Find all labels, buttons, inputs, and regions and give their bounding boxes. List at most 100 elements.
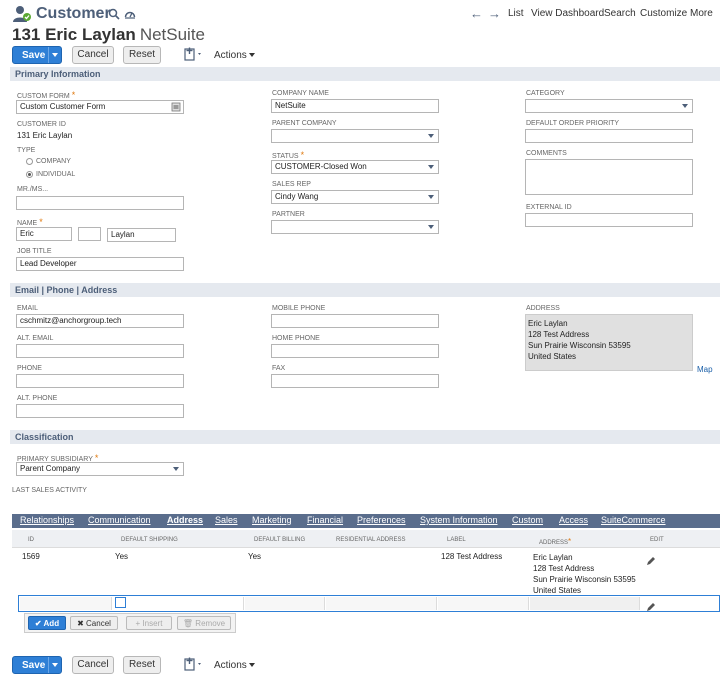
tab-relationships[interactable]: Relationships xyxy=(20,515,74,525)
actions-caret-icon xyxy=(248,663,255,668)
cancel-line-button[interactable]: ✖ Cancel xyxy=(70,616,118,630)
nav-search-link[interactable]: Search xyxy=(604,8,636,19)
forward-arrow-icon[interactable]: → xyxy=(488,6,501,21)
alt-email-input[interactable] xyxy=(16,344,184,358)
new-line-default-billing-cell[interactable] xyxy=(245,597,325,610)
customer-id-value: 131 Eric Laylan xyxy=(17,131,73,140)
primary-subsidiary-select[interactable]: Parent Company xyxy=(16,462,184,476)
home-phone-input[interactable] xyxy=(271,344,439,358)
new-line-default-shipping-cell[interactable] xyxy=(113,597,244,610)
row-address-line: Eric Laylan xyxy=(533,553,573,562)
record-company: NetSuite xyxy=(139,25,206,44)
tab-financial[interactable]: Financial xyxy=(307,515,343,525)
external-id-input[interactable] xyxy=(525,213,693,227)
back-arrow-icon[interactable]: ← xyxy=(470,6,483,21)
row-default-billing: Yes xyxy=(248,552,262,561)
default-shipping-checkbox[interactable] xyxy=(115,597,126,608)
partner-caret-icon xyxy=(428,225,434,229)
col-id[interactable]: ID xyxy=(28,537,34,543)
save-button[interactable]: Save xyxy=(12,656,62,674)
sales-rep-label: SALES REP xyxy=(272,181,311,188)
remove-line-button[interactable]: 🗑 Remove xyxy=(177,616,231,630)
add-line-button[interactable]: ✔ Add xyxy=(28,616,66,630)
tab-access[interactable]: Access xyxy=(559,515,588,525)
custom-form-select[interactable]: Custom Customer Form xyxy=(16,100,184,114)
pencil-edit-icon[interactable] xyxy=(646,599,656,617)
new-line-label-cell[interactable] xyxy=(438,597,529,610)
col-address[interactable]: ADDRESS* xyxy=(539,537,571,546)
save-dropdown-caret-icon[interactable] xyxy=(52,53,58,57)
row-address: Eric Laylan 128 Test Address Sun Prairie… xyxy=(533,552,636,596)
tab-communication[interactable]: Communication xyxy=(88,515,151,525)
nav-view-dashboard-link[interactable]: View Dashboard xyxy=(531,8,604,19)
fax-input[interactable] xyxy=(271,374,439,388)
company-name-input[interactable]: NetSuite xyxy=(271,99,439,113)
customer-id-label: CUSTOMER ID xyxy=(17,121,66,128)
primary-subsidiary-caret-icon xyxy=(173,467,179,471)
fax-label: FAX xyxy=(272,365,286,372)
nav-list-link[interactable]: List xyxy=(508,8,524,19)
new-line-residential-cell[interactable] xyxy=(326,597,437,610)
actions-menu[interactable]: Actions xyxy=(214,50,255,61)
cancel-button[interactable]: Cancel xyxy=(72,46,114,64)
middle-name-input[interactable] xyxy=(78,227,101,241)
record-name: 131 Eric Laylan xyxy=(12,25,136,44)
new-record-icon[interactable] xyxy=(184,657,204,676)
save-button-label: Save xyxy=(22,660,46,671)
mr-ms-input[interactable] xyxy=(16,196,184,210)
col-residential-address[interactable]: RESIDENTIAL ADDRESS xyxy=(336,537,405,543)
nav-customize-link[interactable]: Customize xyxy=(640,8,687,19)
mobile-phone-input[interactable] xyxy=(271,314,439,328)
job-title-input[interactable]: Lead Developer xyxy=(16,257,184,271)
save-button[interactable]: Save xyxy=(12,46,62,64)
default-order-priority-input[interactable] xyxy=(525,129,693,143)
phone-input[interactable] xyxy=(16,374,184,388)
status-select[interactable]: CUSTOMER-Closed Won xyxy=(271,160,439,174)
reset-button[interactable]: Reset xyxy=(123,46,161,64)
new-line-id-cell[interactable] xyxy=(20,597,112,610)
tab-suitecommerce[interactable]: SuiteCommerce xyxy=(601,515,666,525)
reset-button[interactable]: Reset xyxy=(123,656,161,674)
col-default-billing[interactable]: DEFAULT BILLING xyxy=(254,537,305,543)
partner-select[interactable] xyxy=(271,220,439,234)
type-individual-radio[interactable] xyxy=(26,171,33,178)
tab-custom[interactable]: Custom xyxy=(512,515,543,525)
col-default-shipping[interactable]: DEFAULT SHIPPING xyxy=(121,537,178,543)
comments-label: COMMENTS xyxy=(526,150,567,157)
save-dropdown-caret-icon[interactable] xyxy=(52,663,58,667)
address-line: United States xyxy=(528,352,577,361)
category-select[interactable] xyxy=(525,99,693,113)
parent-company-select[interactable] xyxy=(271,129,439,143)
save-button-label: Save xyxy=(22,50,46,61)
form-settings-icon[interactable] xyxy=(171,102,181,113)
email-input[interactable]: cschmitz@anchorgroup.tech xyxy=(16,314,184,328)
first-name-input[interactable]: Eric xyxy=(16,227,72,241)
col-label[interactable]: LABEL xyxy=(447,537,466,543)
tab-preferences[interactable]: Preferences xyxy=(357,515,406,525)
alt-phone-input[interactable] xyxy=(16,404,184,418)
search-icon[interactable] xyxy=(108,7,122,21)
tab-marketing[interactable]: Marketing xyxy=(252,515,292,525)
new-line-address-cell[interactable] xyxy=(530,597,640,610)
row-address-line: Sun Prairie Wisconsin 53595 xyxy=(533,575,636,584)
map-link[interactable]: Map xyxy=(697,365,713,374)
custom-form-label: CUSTOM FORM * xyxy=(17,90,76,100)
nav-more-link[interactable]: More xyxy=(690,8,713,19)
type-company-radio[interactable] xyxy=(26,158,33,165)
section-classification: Classification xyxy=(10,430,720,444)
sales-rep-select[interactable]: Cindy Wang xyxy=(271,190,439,204)
comments-textarea[interactable] xyxy=(525,159,693,195)
col-edit[interactable]: EDIT xyxy=(650,537,664,543)
tab-address[interactable]: Address xyxy=(167,515,203,525)
pencil-edit-icon[interactable] xyxy=(646,553,656,571)
cancel-button[interactable]: Cancel xyxy=(72,656,114,674)
tab-system-information[interactable]: System Information xyxy=(420,515,498,525)
tab-sales[interactable]: Sales xyxy=(215,515,238,525)
dashboard-gauge-icon[interactable] xyxy=(124,7,138,21)
insert-line-button[interactable]: + Insert xyxy=(126,616,172,630)
section-primary-information: Primary Information xyxy=(10,67,720,81)
new-record-icon[interactable] xyxy=(184,47,204,66)
type-label: TYPE xyxy=(17,147,36,154)
actions-menu[interactable]: Actions xyxy=(214,660,255,671)
last-name-input[interactable]: Laylan xyxy=(107,228,176,242)
